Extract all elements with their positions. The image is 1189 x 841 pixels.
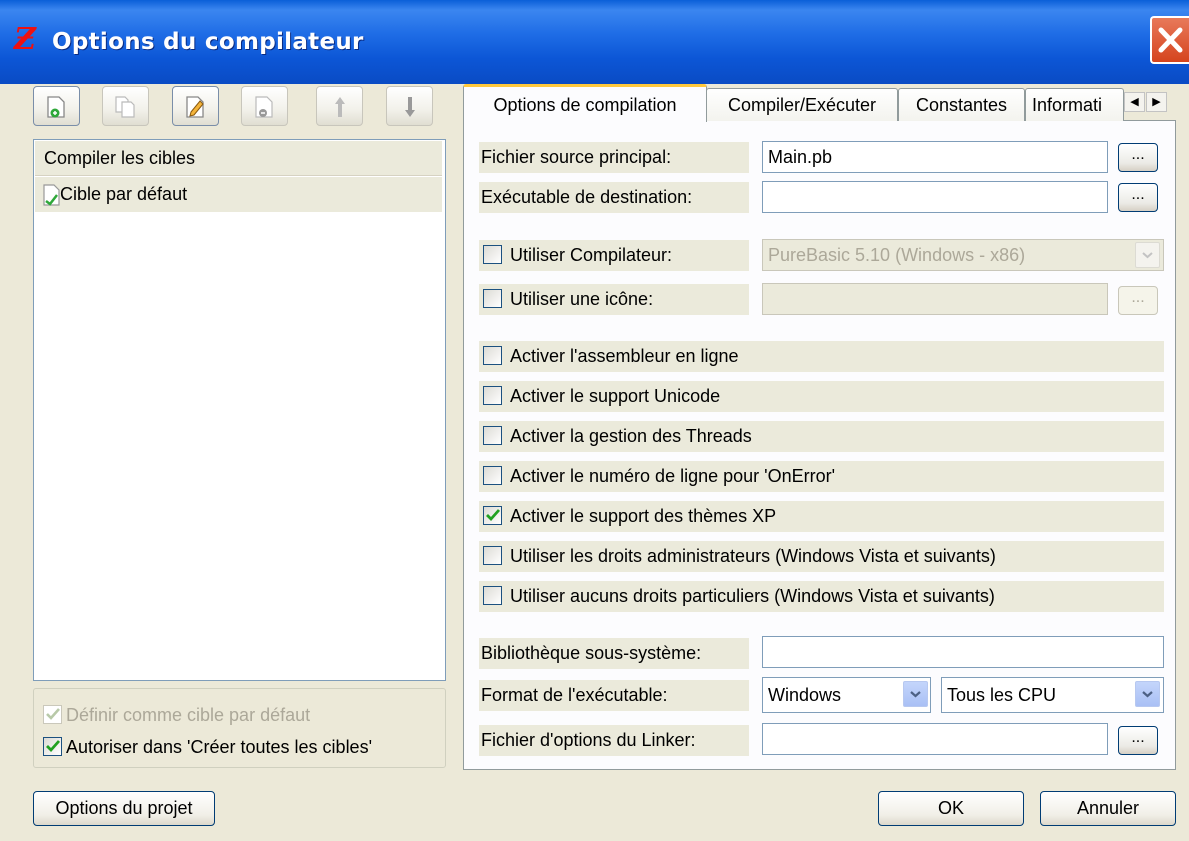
cpu-select[interactable]: Tous les CPU — [941, 677, 1164, 713]
compiler-select-dropdown[interactable] — [1135, 242, 1160, 268]
new-target-button[interactable] — [33, 86, 80, 126]
move-up-button[interactable] — [316, 86, 363, 126]
chevron-down-icon — [1142, 252, 1153, 259]
edit-target-button[interactable] — [172, 86, 219, 126]
allow-build-all-label: Autoriser dans 'Créer toutes les cibles' — [66, 737, 373, 757]
inline-asm-checkbox[interactable] — [483, 346, 502, 365]
tab-constants[interactable]: Constantes — [898, 88, 1025, 121]
use-compiler-checkbox[interactable] — [483, 245, 502, 264]
set-default-label: Définir comme cible par défaut — [66, 705, 311, 725]
target-file-icon — [42, 183, 62, 212]
output-exe-label: Exécutable de destination: — [479, 182, 749, 213]
output-exe-field[interactable] — [762, 181, 1108, 213]
main-source-label: Fichier source principal: — [479, 142, 749, 173]
linker-field[interactable] — [762, 723, 1108, 755]
move-down-button[interactable] — [386, 86, 433, 126]
checkmark-icon — [46, 740, 61, 753]
checkmark-icon — [486, 509, 501, 522]
main-source-field[interactable]: Main.pb — [762, 141, 1108, 173]
onerror-checkbox[interactable] — [483, 466, 502, 485]
use-icon-checkbox[interactable] — [483, 289, 502, 308]
ok-button[interactable]: OK — [878, 791, 1024, 826]
move-up-icon — [335, 97, 345, 117]
admin-rights-checkbox[interactable] — [483, 546, 502, 565]
unicode-label: Activer le support Unicode — [510, 386, 721, 406]
compiler-select[interactable]: PureBasic 5.10 (Windows - x86) — [762, 239, 1164, 271]
use-icon-label: Utiliser une icône: — [510, 289, 654, 309]
unicode-checkbox[interactable] — [483, 386, 502, 405]
icon-path-field[interactable] — [762, 283, 1108, 315]
tab-compile-options[interactable]: Options de compilation — [463, 84, 707, 122]
use-compiler-label: Utiliser Compilateur: — [510, 245, 673, 265]
main-source-browse-button[interactable]: ... — [1118, 143, 1158, 172]
remove-target-button[interactable] — [241, 86, 288, 126]
copy-target-icon — [115, 96, 135, 118]
onerror-label: Activer le numéro de ligne pour 'OnError… — [510, 466, 836, 486]
subsystem-field[interactable] — [762, 636, 1164, 668]
linker-label: Fichier d'options du Linker: — [479, 725, 749, 756]
set-default-checkbox[interactable] — [43, 705, 62, 724]
app-icon: Ƶ — [14, 22, 36, 57]
user-rights-checkbox[interactable] — [483, 586, 502, 605]
close-button[interactable] — [1150, 16, 1189, 64]
tab-scroll-right-icon[interactable]: ▶ — [1146, 92, 1167, 112]
tab-compile-run[interactable]: Compiler/Exécuter — [706, 88, 898, 121]
target-list-header[interactable]: Compiler les cibles — [35, 141, 442, 176]
new-target-icon — [47, 96, 65, 118]
subsystem-label: Bibliothèque sous-système: — [479, 638, 749, 669]
inline-asm-label: Activer l'assembleur en ligne — [510, 346, 739, 366]
threads-label: Activer la gestion des Threads — [510, 426, 752, 446]
window-title: Options du compilateur — [52, 29, 364, 55]
exe-format-dropdown[interactable] — [903, 681, 928, 707]
output-exe-browse-button[interactable]: ... — [1118, 183, 1158, 212]
xp-themes-checkbox[interactable] — [483, 506, 502, 525]
xp-themes-label: Activer le support des thèmes XP — [510, 506, 777, 526]
chevron-down-icon — [910, 691, 921, 698]
list-item-label: Cible par défaut — [60, 184, 188, 204]
allow-build-all-checkbox[interactable] — [43, 737, 62, 756]
cancel-button[interactable]: Annuler — [1040, 791, 1176, 826]
edit-target-icon — [186, 96, 204, 118]
move-down-icon — [405, 97, 415, 117]
user-rights-label: Utiliser aucuns droits particuliers (Win… — [510, 586, 995, 606]
checkmark-icon — [46, 708, 60, 720]
threads-checkbox[interactable] — [483, 426, 502, 445]
close-icon — [1158, 27, 1183, 53]
admin-rights-label: Utiliser les droits administrateurs (Win… — [510, 546, 996, 566]
tab-information[interactable]: Informati — [1025, 88, 1124, 121]
target-list[interactable] — [33, 139, 446, 681]
cpu-dropdown[interactable] — [1135, 681, 1160, 707]
copy-target-button[interactable] — [102, 86, 149, 126]
chevron-down-icon — [1142, 691, 1153, 698]
icon-browse-button[interactable]: ... — [1118, 286, 1158, 315]
tab-scroll-left-icon[interactable]: ◀ — [1124, 92, 1145, 112]
remove-target-icon — [255, 96, 273, 118]
project-options-button[interactable]: Options du projet — [33, 791, 215, 826]
linker-browse-button[interactable]: ... — [1118, 726, 1158, 755]
exe-format-label: Format de l'exécutable: — [479, 680, 749, 711]
